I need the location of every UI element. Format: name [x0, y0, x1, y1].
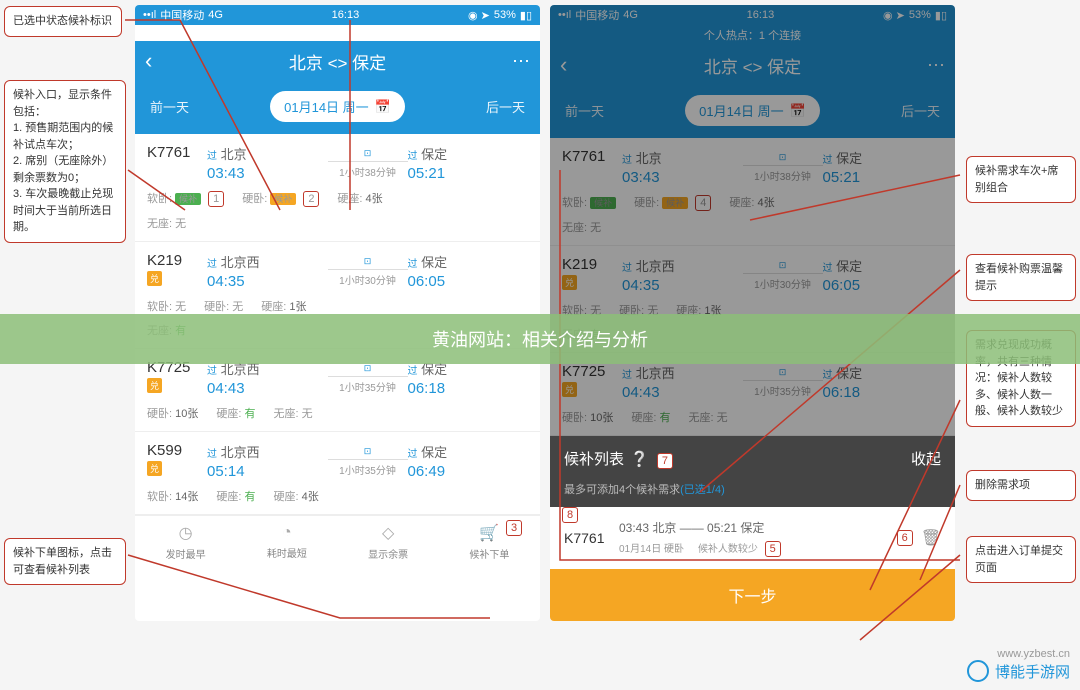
signal-icon: ••ıl — [143, 9, 156, 21]
calendar-icon: 📅 — [790, 103, 806, 119]
to-station: 保定 — [421, 147, 447, 162]
overlay-banner: 黄油网站：相关介绍与分析 — [0, 314, 1080, 364]
waitlist-header: 候补列表 ❔ 7 收起 — [550, 436, 955, 481]
annotation-b5: 点击进入订单提交页面 — [966, 536, 1076, 583]
wl-route: 03:43 北京 —— 05:21 保定 — [619, 519, 893, 536]
route-title: 北京 <> 保定 — [289, 49, 386, 74]
cart-icon: 🛒 — [479, 523, 499, 543]
wl-train-id: K7761 — [564, 530, 619, 546]
phone-right: ••ıl中国移动4G 16:13 ◉ ➤53%▮▯ 个人热点：1 个连接 ‹ 北… — [550, 5, 955, 621]
watermark-text: 博能手游网 — [995, 661, 1070, 682]
annotation-b1: 候补需求车次+席别组合 — [966, 156, 1076, 203]
annotation-1: 已选中状态候补标识 — [4, 6, 122, 37]
train-card[interactable]: K7761 过 北京03:43 ⊡1小时38分钟 过 保定05:21 软卧: 候… — [550, 138, 955, 246]
marker-7: 7 — [657, 453, 673, 469]
menu-button[interactable]: ⋯ — [512, 51, 530, 72]
clock: 16:13 — [332, 9, 360, 21]
back-button[interactable]: ‹ — [560, 52, 567, 78]
train-card[interactable]: K7761 过 北京 03:43 ⊡ 1小时38分钟 过 保定 05:21 — [135, 134, 540, 242]
battery-icon: ▮▯ — [520, 9, 532, 22]
diamond-icon: ◇ — [382, 523, 394, 543]
marker-4: 4 — [695, 195, 711, 211]
prev-day-button[interactable]: 前一天 — [150, 97, 189, 116]
clock-icon: ◷ — [179, 523, 193, 543]
annotation-2: 候补入口，显示条件包括： 1. 预售期范围内的候补试点车次； 2. 席别（无座除… — [4, 80, 126, 243]
timer-icon: ◔ — [282, 524, 292, 542]
wl-status: 候补人数较少 — [698, 544, 758, 555]
tab-tickets[interactable]: ◇显示余票 — [338, 516, 439, 567]
phone-left: ••ıl 中国移动 4G 16:13 ◉ ➤ 53% ▮▯ ‹ 北京 <> 保定… — [135, 5, 540, 621]
collapse-button[interactable]: 收起 — [911, 448, 941, 469]
logo-icon — [967, 660, 989, 682]
next-button[interactable]: 下一步 — [550, 569, 955, 621]
train-number: K219 — [147, 252, 207, 269]
bottom-tabs: ◷发时最早 ◔耗时最短 ◇显示余票 🛒候补下单3 — [135, 515, 540, 567]
battery: 53% — [494, 9, 516, 21]
network: 4G — [208, 9, 223, 21]
status-bar: ••ıl中国移动4G 16:13 ◉ ➤53%▮▯ — [550, 5, 955, 25]
marker-6: 6 — [897, 530, 913, 546]
duration: 1小时38分钟 — [328, 164, 408, 179]
from-time: 03:43 — [207, 165, 328, 182]
tab-shortest[interactable]: ◔耗时最短 — [236, 516, 337, 567]
help-icon[interactable]: ❔ — [630, 451, 649, 468]
marker-5: 5 — [765, 541, 781, 557]
annotation-b2: 查看候补购票温馨提示 — [966, 254, 1076, 301]
marker-1: 1 — [208, 191, 224, 207]
tab-earliest[interactable]: ◷发时最早 — [135, 516, 236, 567]
app-header: ‹ 北京 <> 保定 ⋯ 前一天 01月14日 周一 📅 后一天 — [135, 41, 540, 134]
route-title: 北京 <> 保定 — [704, 53, 801, 78]
location-icon: ◉ ➤ — [468, 9, 490, 22]
date-picker[interactable]: 01月14日 周一 📅 — [270, 91, 405, 122]
hotspot-bar[interactable]: 个人热点：1 个连接 — [550, 25, 955, 45]
ticket-row: 软卧: 候补 1 硬卧: 候补 2 硬座: 4张 — [147, 190, 528, 207]
annotation-b4: 删除需求项 — [966, 470, 1076, 501]
to-time: 05:21 — [408, 165, 529, 182]
waitlist-sub: 最多可添加4个候补需求(已选1/4) — [550, 481, 955, 507]
marker-3: 3 — [506, 520, 522, 536]
menu-button[interactable]: ⋯ — [927, 55, 945, 76]
carrier: 中国移动 — [160, 7, 204, 23]
watermark: 博能手游网 — [967, 660, 1070, 682]
marker-8: 8 — [562, 507, 578, 523]
route-icon: ⊡ — [328, 148, 408, 159]
train-number: K7761 — [147, 144, 207, 161]
exchange-badge: 兑 — [147, 271, 162, 286]
from-station: 北京 — [221, 147, 247, 162]
watermark-url: www.yzbest.cn — [997, 648, 1070, 660]
next-day-button[interactable]: 后一天 — [901, 101, 940, 120]
waitlist-row[interactable]: K7761 03:43 北京 —— 05:21 保定 01月14日 硬卧 候补人… — [550, 507, 955, 569]
next-day-button[interactable]: 后一天 — [486, 97, 525, 116]
train-card[interactable]: K7725兑 过 北京西04:43 ⊡1小时35分钟 过 保定06:18 硬卧:… — [550, 353, 955, 436]
annotation-3: 候补下单图标，点击可查看候补列表 — [4, 538, 126, 585]
marker-2: 2 — [303, 191, 319, 207]
prev-day-button[interactable]: 前一天 — [565, 101, 604, 120]
date-label: 01月14日 周一 — [284, 97, 369, 116]
delete-icon[interactable]: 🗑 — [921, 528, 941, 548]
tab-waitlist[interactable]: 🛒候补下单3 — [439, 516, 540, 567]
train-card[interactable]: K599 兑 过 北京西 05:14 ⊡1小时35分钟 过 保定 06:49 软… — [135, 432, 540, 515]
waitlist-title: 候补列表 — [564, 451, 624, 468]
status-bar: ••ıl 中国移动 4G 16:13 ◉ ➤ 53% ▮▯ — [135, 5, 540, 25]
calendar-icon: 📅 — [375, 99, 391, 115]
back-button[interactable]: ‹ — [145, 48, 152, 74]
date-picker[interactable]: 01月14日 周一📅 — [685, 95, 820, 126]
